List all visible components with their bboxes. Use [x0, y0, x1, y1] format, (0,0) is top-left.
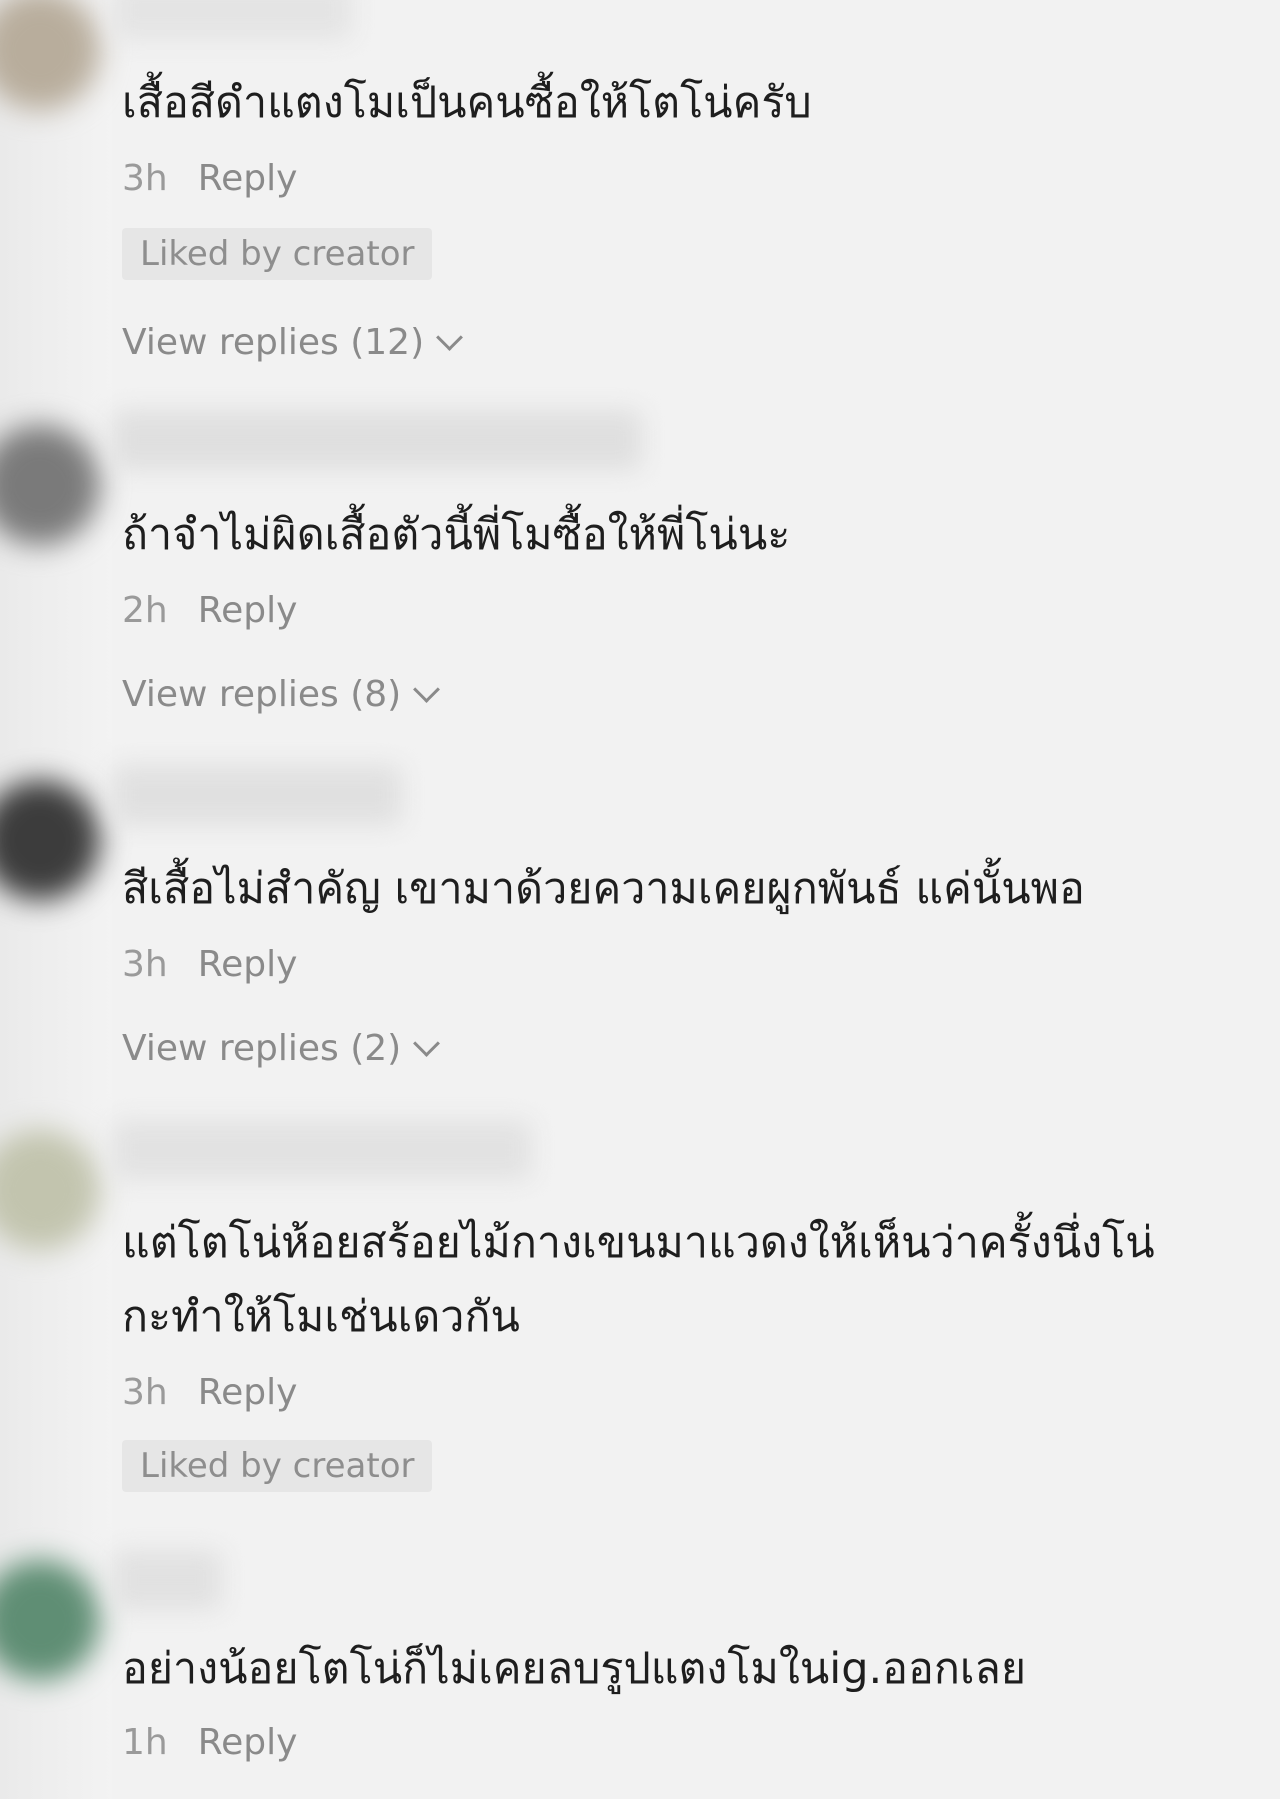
chevron-down-icon	[413, 676, 441, 703]
comment-meta: 3h Reply	[122, 1372, 297, 1413]
reply-button[interactable]: Reply	[198, 1372, 298, 1413]
comment-time: 1h	[122, 1722, 168, 1763]
reply-button[interactable]: Reply	[198, 158, 298, 199]
comment-text: สีเสื้อไม่สำคัญ เขามาด้วยความเคยผูกพันธ์…	[122, 864, 1085, 914]
view-replies-button[interactable]: View replies (12)	[122, 322, 464, 363]
comment-meta: 1h Reply	[122, 1722, 297, 1763]
comment-meta: 3h Reply	[122, 944, 297, 985]
view-replies-button[interactable]: View replies (2)	[122, 1028, 441, 1069]
view-replies-button[interactable]: View replies (8)	[122, 674, 441, 715]
chevron-down-icon	[413, 1030, 441, 1057]
reply-button[interactable]: Reply	[198, 1722, 298, 1763]
left-avatar-column	[0, 0, 112, 1799]
comment-time: 3h	[122, 1372, 168, 1413]
comment-meta: 2h Reply	[122, 590, 297, 631]
comment-text: อย่างน้อยโตโน่ก็ไม่เคยลบรูปแตงโมในig.ออก…	[122, 1644, 1027, 1694]
username-blurred[interactable]	[112, 0, 352, 40]
comment-time: 2h	[122, 590, 168, 631]
liked-by-creator-badge: Liked by creator	[122, 1440, 433, 1492]
chevron-down-icon	[436, 324, 464, 351]
reply-button[interactable]: Reply	[198, 944, 298, 985]
comment-meta: 3h Reply	[122, 158, 297, 199]
reply-button[interactable]: Reply	[198, 590, 298, 631]
view-replies-label: View replies (8)	[122, 674, 402, 715]
username-blurred[interactable]	[112, 765, 402, 825]
comment-time: 3h	[122, 944, 168, 985]
username-blurred[interactable]	[112, 1120, 532, 1180]
username-blurred[interactable]	[112, 1550, 222, 1610]
username-blurred[interactable]	[112, 410, 642, 470]
view-replies-label: View replies (2)	[122, 1028, 402, 1069]
comment-time: 3h	[122, 158, 168, 199]
comment-text: แต่โตโน่ห้อยสร้อยไม้กางเขนมาแวดงให้เห็นว…	[122, 1218, 1155, 1342]
comment-text: ถ้าจำไม่ผิดเสื้อตัวนี้พี่โมซื้อให้พี่โน่…	[122, 510, 791, 560]
comment-text: เสื้อสีดำแตงโมเป็นคนซื้อให้โตโน่ครับ	[122, 78, 812, 128]
view-replies-label: View replies (12)	[122, 322, 425, 363]
liked-by-creator-badge: Liked by creator	[122, 228, 433, 280]
